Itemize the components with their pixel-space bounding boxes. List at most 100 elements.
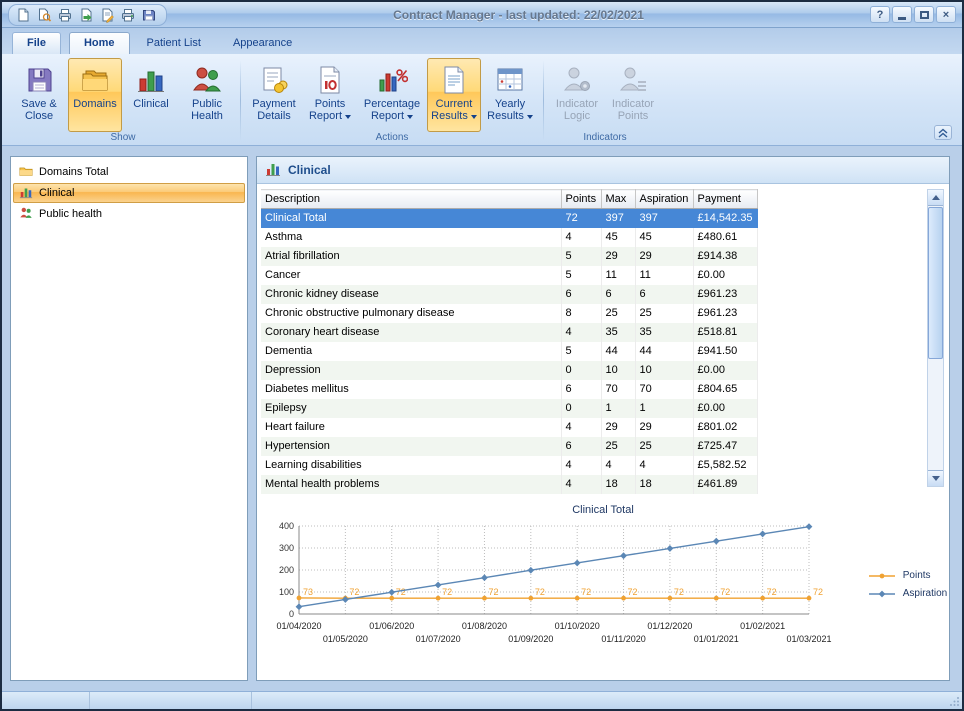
table-row[interactable]: Chronic obstructive pulmonary disease825… [261, 304, 757, 323]
table-cell: Heart failure [261, 418, 561, 437]
tab-label: Home [84, 37, 115, 49]
table-cell: 70 [635, 380, 693, 399]
percentage-report-icon [376, 62, 408, 98]
table-cell: 1 [635, 399, 693, 418]
svg-text:01/04/2020: 01/04/2020 [276, 621, 321, 631]
table-row[interactable]: Atrial fibrillation52929£914.38 [261, 247, 757, 266]
table-cell: 29 [601, 418, 635, 437]
print-icon[interactable] [55, 6, 74, 24]
table-cell: 6 [561, 437, 601, 456]
current-results-button[interactable]: Current Results [427, 58, 481, 132]
tab-label: Patient List [147, 37, 201, 49]
ribbon-collapse-button[interactable] [934, 125, 952, 140]
table-row[interactable]: Cancer51111£0.00 [261, 266, 757, 285]
clinical-button[interactable]: Clinical [124, 58, 178, 132]
table-cell: 0 [561, 399, 601, 418]
table-row[interactable]: Epilepsy011£0.00 [261, 399, 757, 418]
table-row[interactable]: Heart failure42929£801.02 [261, 418, 757, 437]
maximize-button[interactable] [914, 6, 934, 23]
table-cell: 70 [601, 380, 635, 399]
table-cell: £14,542.35 [693, 209, 757, 228]
svg-text:72: 72 [766, 587, 776, 597]
table-cell: Atrial fibrillation [261, 247, 561, 266]
table-row[interactable]: Dementia54444£941.50 [261, 342, 757, 361]
column-header[interactable]: Description [261, 190, 561, 209]
table-cell: 397 [635, 209, 693, 228]
legend-label: Points [903, 570, 931, 581]
table-cell: Cancer [261, 266, 561, 285]
legend-swatch-icon [867, 589, 897, 599]
column-header[interactable]: Payment [693, 190, 757, 209]
table-cell: 6 [561, 285, 601, 304]
sidebar-item-label: Clinical [39, 187, 74, 199]
table-row[interactable]: Chronic kidney disease666£961.23 [261, 285, 757, 304]
sidebar-item-clinical[interactable]: Clinical [13, 183, 245, 203]
indicator-logic-button: Indicator Logic [550, 58, 604, 132]
ribbon-tab-strip: File Home Patient List Appearance [2, 28, 962, 54]
help-button[interactable]: ? [870, 6, 890, 23]
sidebar-item-public-health[interactable]: Public health [13, 204, 245, 224]
table-cell: 18 [635, 475, 693, 494]
domains-button[interactable]: Domains [68, 58, 122, 132]
public-health-icon [191, 62, 223, 98]
payment-details-button[interactable]: Payment Details [247, 58, 301, 132]
legend-item: Aspiration [867, 588, 947, 599]
svg-text:0: 0 [289, 609, 294, 619]
dropdown-arrow-icon [407, 115, 413, 119]
svg-text:01/06/2020: 01/06/2020 [369, 621, 414, 631]
button-label: Domains [73, 98, 116, 110]
table-cell: 45 [601, 228, 635, 247]
vertical-scrollbar[interactable] [927, 189, 944, 487]
save-icon[interactable] [139, 6, 158, 24]
scroll-down-button[interactable] [928, 470, 943, 486]
column-header[interactable]: Points [561, 190, 601, 209]
tab-file[interactable]: File [12, 32, 61, 54]
tab-home[interactable]: Home [69, 32, 130, 54]
quick-access-toolbar [8, 4, 167, 26]
legend-swatch-icon [867, 571, 897, 581]
table-row[interactable]: Depression01010£0.00 [261, 361, 757, 380]
table-cell: £961.23 [693, 285, 757, 304]
percentage-report-button[interactable]: Percentage Report [359, 58, 425, 132]
tab-label: File [27, 37, 46, 49]
points-report-button[interactable]: Points Report [303, 58, 357, 132]
table-row[interactable]: Coronary heart disease43535£518.81 [261, 323, 757, 342]
table-row[interactable]: Mental health problems41818£461.89 [261, 475, 757, 494]
table-cell: 4 [561, 228, 601, 247]
scroll-up-button[interactable] [928, 190, 943, 206]
table-cell: 1 [601, 399, 635, 418]
sidebar-item-domains-total[interactable]: Domains Total [13, 162, 245, 182]
table-row[interactable]: Asthma44545£480.61 [261, 228, 757, 247]
svg-text:01/03/2021: 01/03/2021 [786, 634, 831, 644]
save-close-button[interactable]: Save & Close [12, 58, 66, 132]
tab-appearance[interactable]: Appearance [218, 32, 307, 54]
button-label: Save & Close [21, 98, 56, 122]
table-row[interactable]: Clinical Total72397397£14,542.35 [261, 209, 757, 228]
table-row[interactable]: Hypertension62525£725.47 [261, 437, 757, 456]
quick-print-icon[interactable] [118, 6, 137, 24]
public-health-button[interactable]: Public Health [180, 58, 234, 132]
yearly-results-button[interactable]: Yearly Results [483, 58, 537, 132]
tab-patient-list[interactable]: Patient List [132, 32, 216, 54]
export-icon[interactable] [76, 6, 95, 24]
print-preview-icon[interactable] [34, 6, 53, 24]
svg-text:01/11/2020: 01/11/2020 [601, 634, 645, 644]
new-document-icon[interactable] [13, 6, 32, 24]
button-label: Points Report [309, 98, 345, 122]
minimize-button[interactable] [892, 6, 912, 23]
button-label: Indicator Points [612, 98, 654, 122]
help-icon: ? [877, 9, 884, 21]
group-label: Show [8, 132, 238, 145]
table-row[interactable]: Learning disabilities444£5,582.52 [261, 456, 757, 475]
scrollbar-thumb[interactable] [928, 207, 943, 359]
status-panel [252, 692, 946, 709]
svg-text:72: 72 [627, 587, 637, 597]
column-header[interactable]: Aspiration [635, 190, 693, 209]
report-edit-icon[interactable] [97, 6, 116, 24]
close-button[interactable]: × [936, 6, 956, 23]
title-bar[interactable]: Contract Manager - last updated: 22/02/2… [2, 2, 962, 28]
resize-grip[interactable] [946, 692, 962, 709]
column-header[interactable]: Max [601, 190, 635, 209]
table-cell: £804.65 [693, 380, 757, 399]
table-row[interactable]: Diabetes mellitus67070£804.65 [261, 380, 757, 399]
